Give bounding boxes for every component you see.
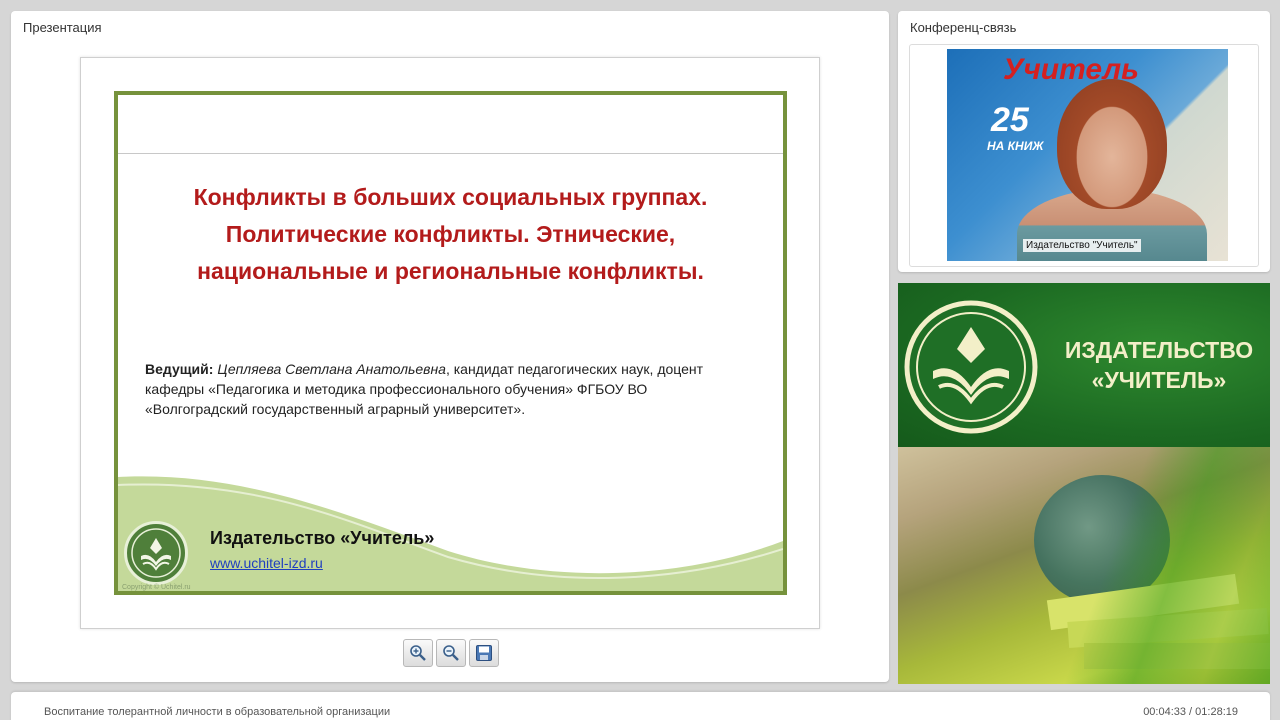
webinar-title: Воспитание толерантной личности в образо…	[44, 706, 391, 718]
banner-overlay	[898, 447, 1270, 684]
banner-header: ИЗДАТЕЛЬСТВО «УЧИТЕЛЬ»	[898, 283, 1270, 447]
zoom-in-button[interactable]	[403, 639, 433, 667]
slide-publisher-link[interactable]: www.uchitel-izd.ru	[210, 555, 323, 571]
zoom-out-icon	[443, 645, 459, 661]
playback-time: 00:04:33 / 01:28:19	[1143, 706, 1238, 718]
footer-bar: Воспитание толерантной личности в образо…	[11, 692, 1270, 720]
banner-title-line-2: «УЧИТЕЛЬ»	[1091, 367, 1227, 393]
slide-title-line-2: Политические конфликты. Этнические,	[225, 221, 676, 247]
presentation-panel: Презентация Конфликты в больших социальн…	[11, 11, 889, 682]
zoom-in-icon	[410, 645, 426, 661]
slide-presenter-info: Ведущий: Цепляева Светлана Анатольевна, …	[145, 359, 753, 419]
presentation-panel-title: Презентация	[23, 20, 102, 35]
publisher-banner: ИЗДАТЕЛЬСТВО «УЧИТЕЛЬ»	[898, 283, 1270, 684]
video-caption: Издательство "Учитель"	[1023, 239, 1141, 252]
conference-panel: Конференц-связь Учитель 25 НА КНИЖ Издат…	[898, 11, 1270, 272]
slide-title-line-3: национальные и региональные конфликты.	[197, 258, 704, 284]
slide-toolbar	[403, 639, 499, 667]
save-button[interactable]	[469, 639, 499, 667]
banner-title-line-1: ИЗДАТЕЛЬСТВО	[1064, 337, 1254, 363]
backdrop-badge-subtitle: НА КНИЖ	[987, 139, 1044, 153]
slide-divider	[118, 153, 783, 154]
backdrop-badge-number: 25	[991, 101, 1029, 139]
presenter-label: Ведущий:	[145, 361, 214, 377]
conference-panel-title: Конференц-связь	[910, 20, 1017, 35]
zoom-out-button[interactable]	[436, 639, 466, 667]
slide-frame: Конфликты в больших социальных группах. …	[114, 91, 787, 595]
save-icon	[476, 645, 492, 661]
slide-title-line-1: Конфликты в больших социальных группах.	[193, 184, 708, 210]
slide-publisher-name: Издательство «Учитель»	[210, 528, 435, 548]
slide-title: Конфликты в больших социальных группах. …	[128, 179, 773, 290]
presenter-name: Цепляева Светлана Анатольевна	[217, 361, 446, 377]
presentation-slide: Конфликты в больших социальных группах. …	[80, 57, 820, 629]
slide-copyright: Copyright © Uchitel.ru	[122, 584, 191, 591]
video-feed: Учитель 25 НА КНИЖ Издательство "Учитель…	[947, 49, 1228, 261]
video-window[interactable]: Учитель 25 НА КНИЖ Издательство "Учитель…	[909, 44, 1259, 267]
banner-logo-icon	[904, 300, 1038, 434]
banner-title: ИЗДАТЕЛЬСТВО «УЧИТЕЛЬ»	[1056, 335, 1262, 395]
speaker-head	[1057, 79, 1167, 209]
publisher-logo-icon	[124, 521, 188, 585]
banner-image	[898, 447, 1270, 684]
